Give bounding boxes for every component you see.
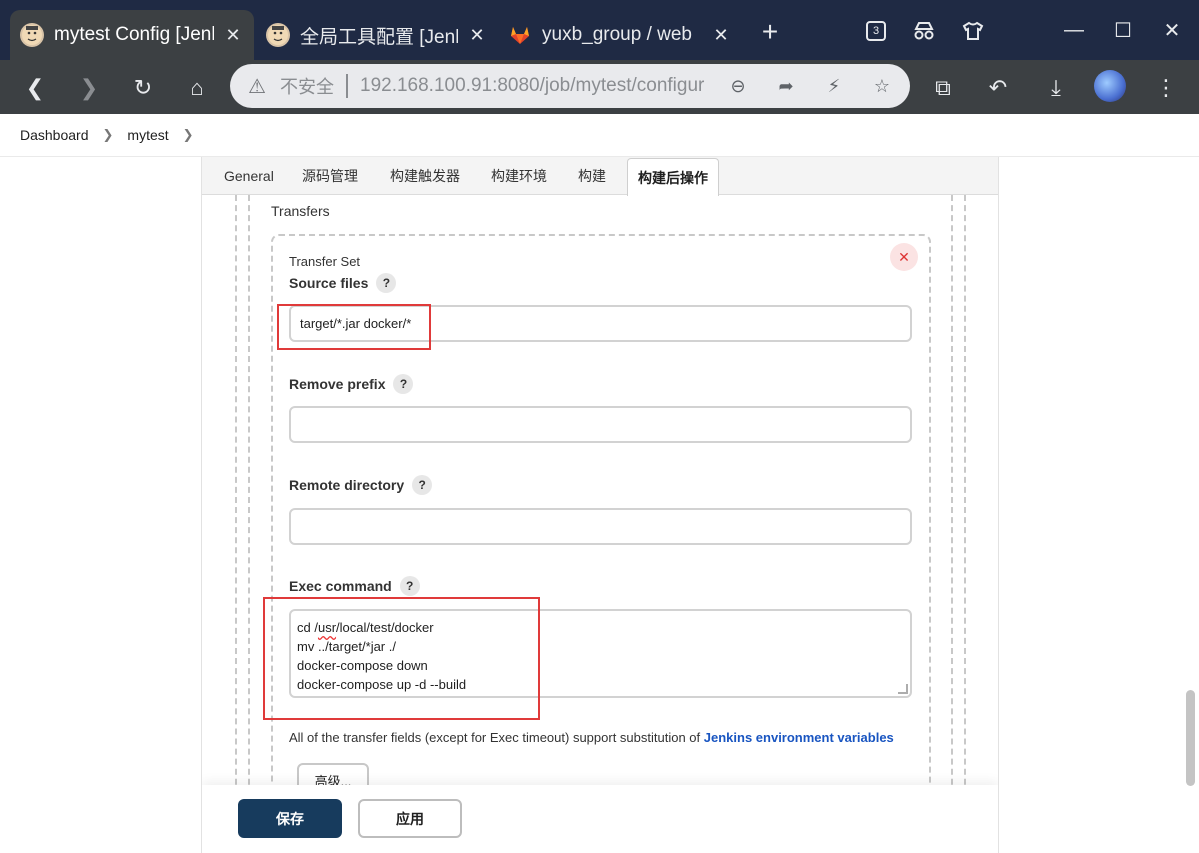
source-files-label-text: Source files	[289, 275, 369, 291]
url-text[interactable]: 192.168.100.91:8080/job/mytest/configure	[360, 75, 705, 97]
back-icon[interactable]: ❮	[17, 70, 53, 106]
avatar[interactable]	[1094, 70, 1126, 102]
incognito-icon[interactable]	[907, 14, 941, 48]
window-close-icon[interactable]: ✕	[1152, 12, 1192, 48]
apply-button[interactable]: 应用	[358, 799, 462, 838]
breadcrumb: Dashboard ❯ mytest ❯	[0, 114, 1199, 157]
bottom-action-bar: 保存 应用	[202, 785, 998, 853]
tab-post-build[interactable]: 构建后操作	[627, 158, 719, 196]
tab-build-triggers[interactable]: 构建触发器	[390, 157, 460, 195]
chevron-right-icon: ❯	[102, 127, 114, 142]
address-bar[interactable]: ⚠ 不安全 192.168.100.91:8080/job/mytest/con…	[230, 64, 910, 108]
source-files-input[interactable]	[289, 305, 912, 342]
remote-directory-label-text: Remote directory	[289, 477, 405, 493]
share-icon[interactable]: ➦	[771, 71, 801, 101]
tab-count-icon[interactable]: 3	[859, 14, 893, 48]
undo-icon[interactable]: ↶	[980, 70, 1016, 106]
tab-build[interactable]: 构建	[578, 157, 606, 195]
remove-transfer-set-button[interactable]: ✕	[890, 243, 918, 271]
jenkins-icon	[266, 23, 290, 47]
warning-icon[interactable]: ⚠	[244, 73, 270, 99]
breadcrumb-dashboard[interactable]: Dashboard	[20, 127, 89, 143]
exec-command-line: mv ../target/*jar ./	[297, 639, 396, 654]
close-icon[interactable]: ✕	[710, 24, 732, 46]
maximize-icon[interactable]: ☐	[1103, 12, 1143, 48]
help-icon[interactable]: ?	[412, 475, 433, 495]
home-icon[interactable]: ⌂	[179, 70, 215, 106]
chevron-right-icon: ❯	[182, 127, 194, 142]
exec-command-line: cd /usr/local/test/docker	[297, 620, 434, 635]
remove-prefix-label: Remove prefix ?	[289, 374, 414, 394]
forward-icon[interactable]: ❯	[71, 70, 107, 106]
help-icon[interactable]: ?	[376, 273, 397, 293]
gitlab-icon	[508, 23, 532, 47]
exec-command-line: docker-compose down	[297, 658, 428, 673]
new-tab-button[interactable]: +	[752, 14, 788, 50]
jenkins-icon	[20, 23, 44, 47]
tab-title: yuxb_group / web	[542, 24, 692, 45]
browser-tab-global-tools[interactable]: 全局工具配置 [Jenkins] ✕	[256, 10, 498, 60]
exec-command-textarea[interactable]: cd /usr/local/test/docker mv ../target/*…	[289, 609, 912, 698]
section-border	[951, 195, 953, 815]
tab-general[interactable]: General	[224, 157, 274, 195]
download-icon[interactable]: ⤓	[1038, 70, 1074, 106]
bolt-icon[interactable]: ⚡	[819, 71, 849, 101]
zoom-out-icon[interactable]: ⊖	[723, 71, 753, 101]
tab-build-environment[interactable]: 构建环境	[491, 157, 547, 195]
tab-title: mytest Config [Jenkins]	[54, 24, 214, 45]
close-icon: ✕	[898, 248, 910, 265]
exec-command-label-text: Exec command	[289, 578, 392, 594]
browser-tab-gitlab[interactable]: yuxb_group / web ✕	[498, 10, 742, 60]
substitution-hint: All of the transfer fields (except for E…	[289, 730, 894, 745]
breadcrumb-mytest[interactable]: mytest	[127, 127, 168, 143]
section-border	[248, 195, 250, 815]
remove-prefix-label-text: Remove prefix	[289, 376, 386, 392]
save-button[interactable]: 保存	[238, 799, 342, 838]
scrollbar-thumb[interactable]	[1186, 690, 1195, 786]
browser-toolbar: ❮ ❯ ↻ ⌂ ⚠ 不安全 192.168.100.91:8080/job/my…	[0, 60, 1199, 114]
help-icon[interactable]: ?	[393, 374, 414, 394]
hint-text: All of the transfer fields (except for E…	[289, 730, 701, 745]
transfers-label: Transfers	[271, 203, 330, 219]
source-files-label: Source files ?	[289, 273, 397, 293]
address-separator	[346, 74, 348, 98]
exec-command-label: Exec command ?	[289, 576, 420, 596]
jenkins-env-vars-link[interactable]: Jenkins environment variables	[704, 730, 894, 745]
reload-icon[interactable]: ↻	[125, 70, 161, 106]
shirt-icon[interactable]	[956, 14, 990, 48]
remote-directory-label: Remote directory ?	[289, 475, 433, 495]
exec-command-line: docker-compose up -d --build	[297, 677, 467, 692]
close-icon[interactable]: ✕	[222, 24, 244, 46]
transfer-set-title: Transfer Set	[289, 254, 361, 269]
security-status: 不安全	[280, 77, 334, 97]
star-icon[interactable]: ☆	[867, 71, 897, 101]
remote-directory-input[interactable]	[289, 508, 912, 545]
browser-tab-strip: mytest Config [Jenkins] ✕ 全局工具配置 [Jenkin…	[0, 0, 1199, 60]
browser-tab-mytest-config[interactable]: mytest Config [Jenkins] ✕	[10, 10, 254, 60]
close-icon[interactable]: ✕	[466, 24, 488, 46]
more-icon[interactable]: ⋮	[1148, 70, 1184, 106]
help-icon[interactable]: ?	[399, 576, 420, 596]
minimize-icon[interactable]: —	[1054, 12, 1094, 48]
config-panel: General 源码管理 构建触发器 构建环境 构建 构建后操作 Transfe…	[201, 157, 999, 853]
resize-handle[interactable]	[898, 684, 908, 694]
remove-prefix-input[interactable]	[289, 406, 912, 443]
config-tabs: General 源码管理 构建触发器 构建环境 构建 构建后操作	[202, 157, 998, 196]
extensions-icon[interactable]: ⧉	[925, 70, 961, 106]
tab-scm[interactable]: 源码管理	[302, 157, 358, 195]
tab-title: 全局工具配置 [Jenkins]	[300, 26, 458, 48]
